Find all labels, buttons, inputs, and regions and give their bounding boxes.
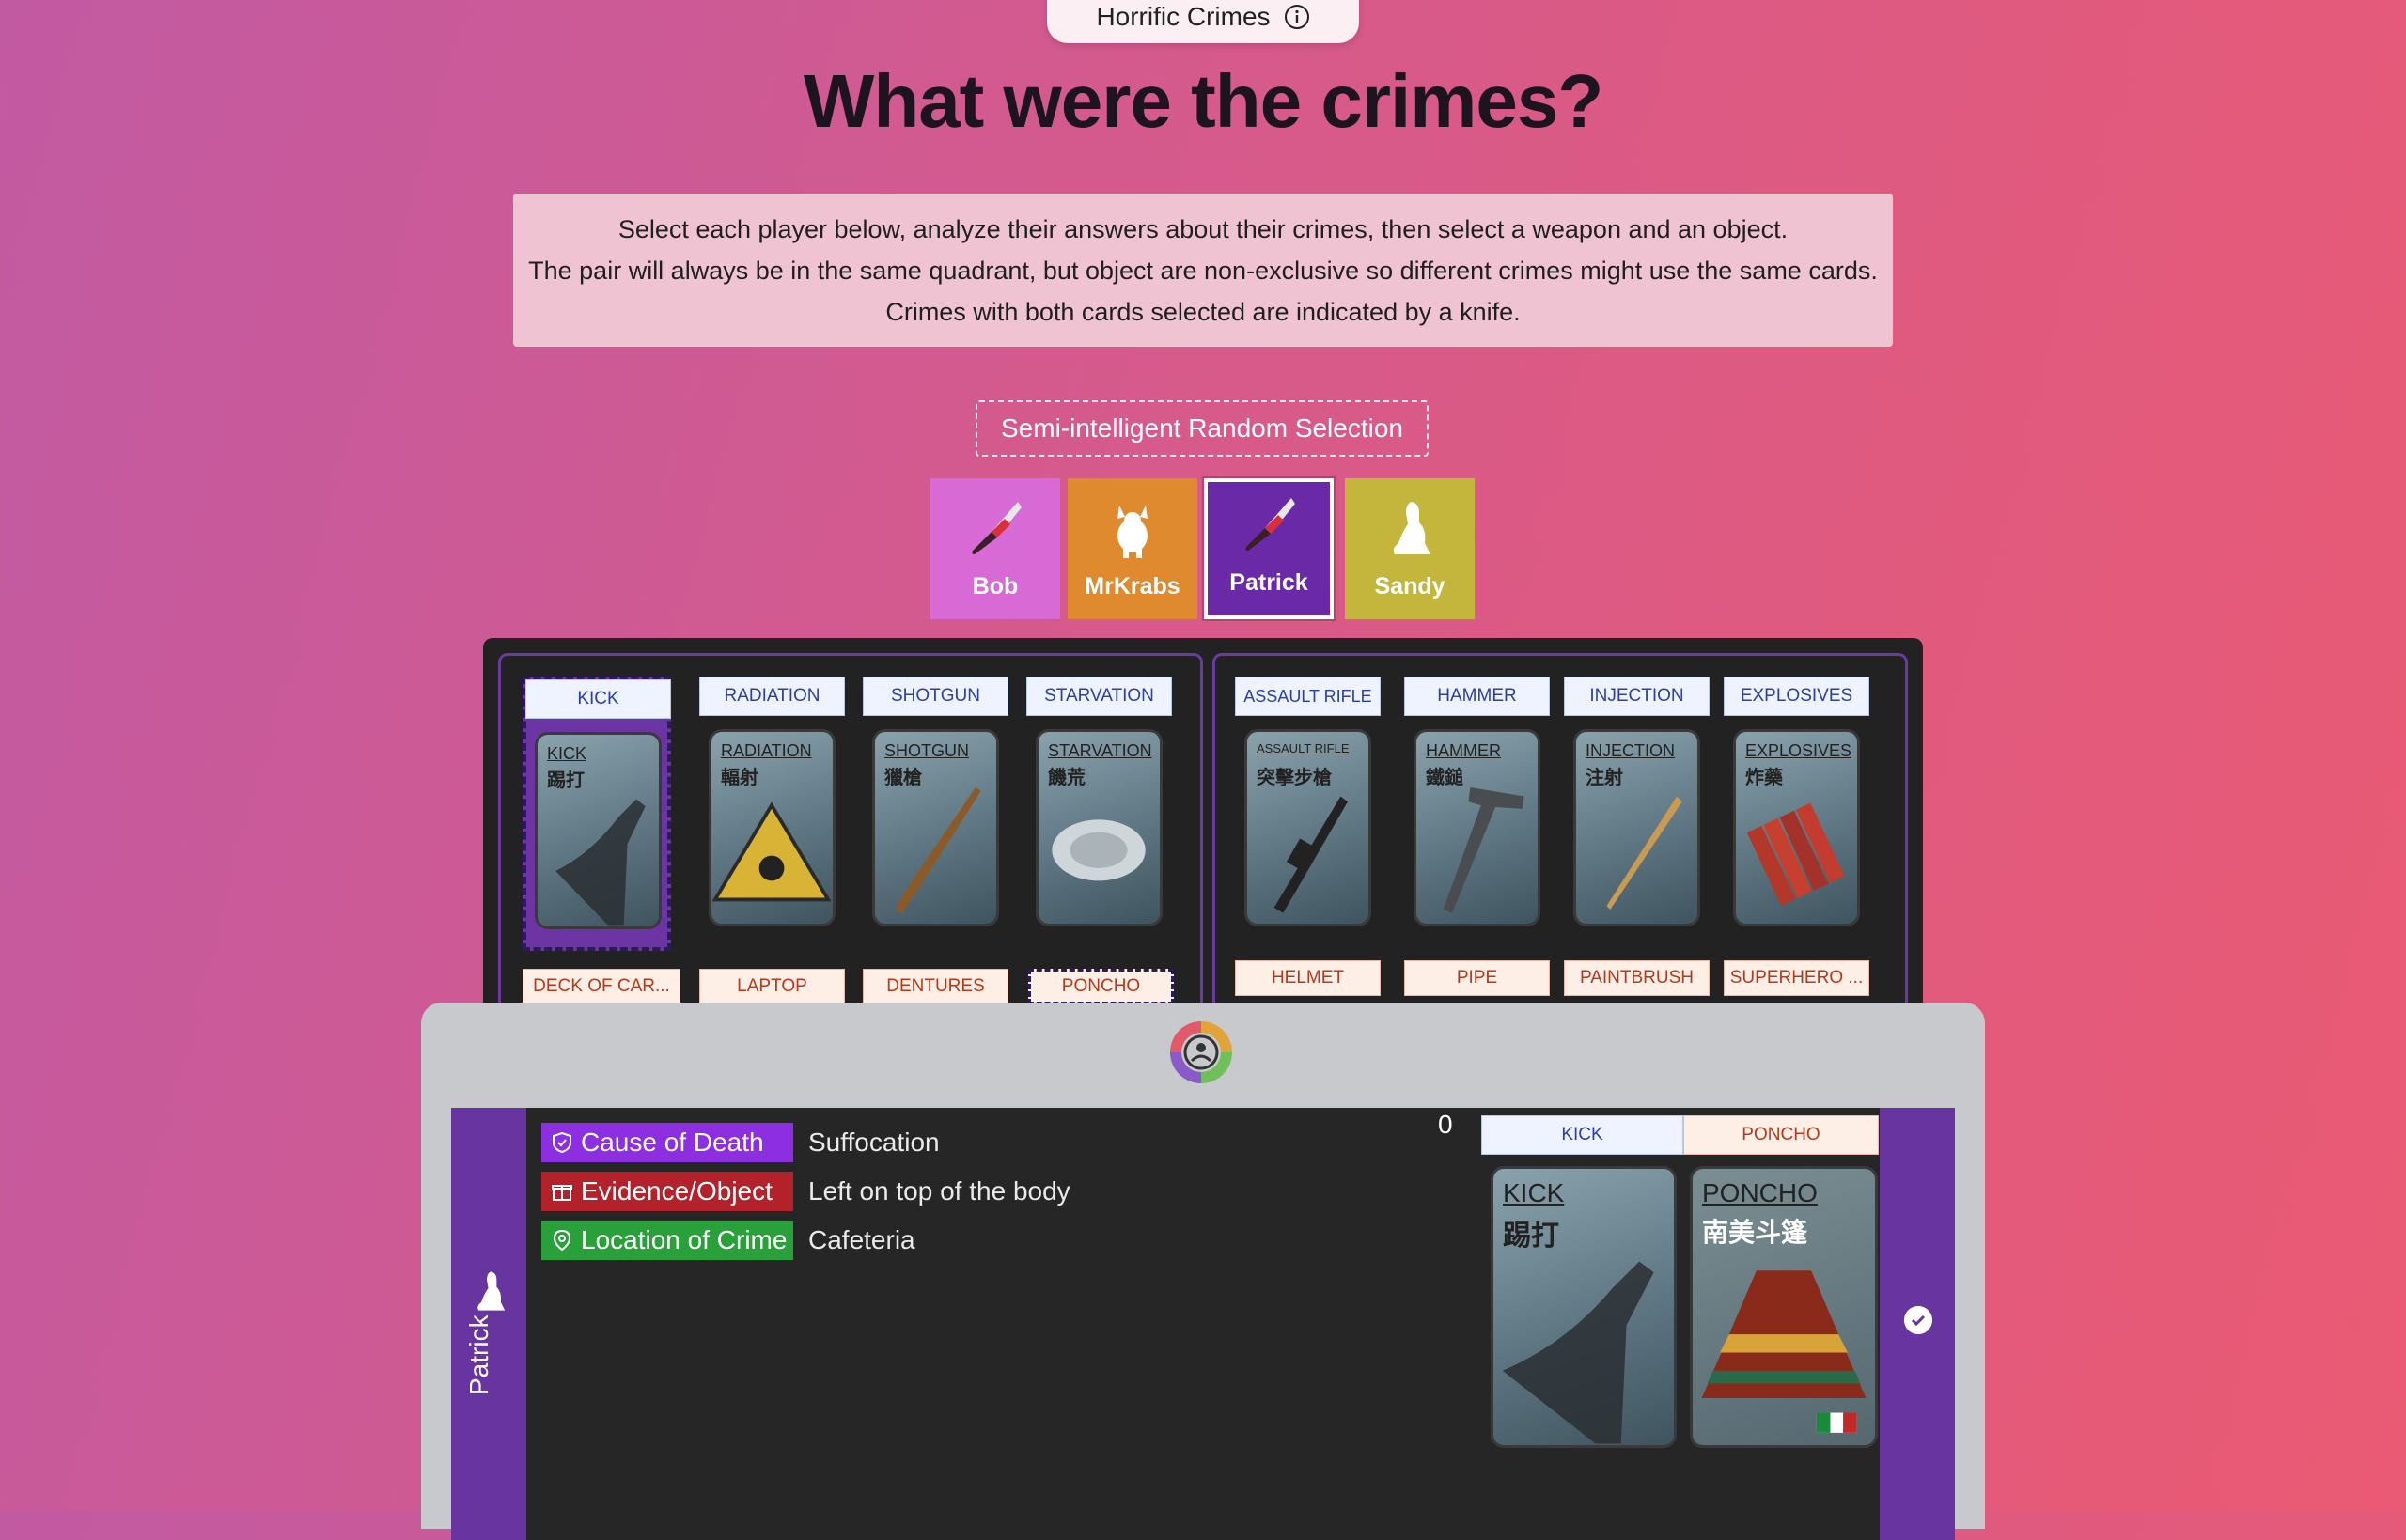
clue-value: Cafeteria [808,1225,915,1254]
weapon-label[interactable]: INJECTION [1564,677,1710,716]
card-name: PONCHO [1702,1178,1818,1207]
player-side-name: Patrick [464,1314,493,1395]
card-name: INJECTION [1586,741,1676,760]
game-title: Horrific Crimes [1096,2,1271,31]
player-name: MrKrabs [1085,573,1180,599]
card-name: EXPLOSIVES [1745,741,1852,760]
object-label[interactable]: DENTURES [863,969,1008,1004]
clue-row-cause: Cause of Death Suffocation [541,1123,940,1162]
crime-detail-panel: Patrick Cause of Death Suffocation Evide… [421,1003,1985,1540]
clue-row-evidence: Evidence/Object Left on top of the body [541,1172,1070,1211]
player-button-bob[interactable]: Bob [930,478,1060,619]
clue-tag-label: Location of Crime [581,1225,788,1254]
weapon-card-injection[interactable]: INJECTION 注射 [1573,729,1700,926]
card-cjk: 輻射 [721,768,758,788]
game-title-pill[interactable]: Horrific Crimes [1047,0,1359,43]
card-name: KICK [547,744,587,763]
clue-tag-cause: Cause of Death [541,1123,793,1162]
weapon-card-hammer[interactable]: HAMMER 鐵鎚 [1414,729,1540,926]
clue-tag-label: Evidence/Object [581,1176,773,1206]
weapon-label[interactable]: KICK [525,679,671,719]
knife-icon [1245,498,1295,551]
poncho-illustration [1701,1270,1867,1433]
crab-icon [1117,506,1148,558]
clue-tag-label: Cause of Death [581,1128,764,1157]
kick-illustration [1502,1261,1654,1444]
card-cjk: 獵槍 [884,768,922,788]
object-label[interactable]: PAINTBRUSH [1564,960,1710,996]
selected-object-card[interactable]: PONCHO 南美斗篷 [1690,1166,1878,1448]
selected-weapon-label[interactable]: KICK [1481,1115,1683,1155]
card-name: RADIATION [721,741,812,760]
card-cjk: 突擊步槍 [1257,768,1332,788]
crime-detail-content: Patrick Cause of Death Suffocation Evide… [451,1108,1955,1540]
player-button-patrick[interactable]: Patrick [1204,478,1334,619]
player-name: Patrick [1229,569,1308,596]
card-name: ASSAULT RIFLE [1257,741,1350,755]
instruction-line: The pair will always be in the same quad… [528,256,1878,285]
object-label[interactable]: LAPTOP [699,969,845,1004]
player-wheel-icon[interactable] [1166,1018,1236,1087]
instruction-line: Select each player below, analyze their … [617,214,1789,243]
random-selection-button[interactable]: Semi-intelligent Random Selection [976,400,1429,457]
card-cjk: 饑荒 [1048,768,1086,788]
gift-icon [552,1185,572,1201]
player-name: Bob [972,573,1019,599]
clue-tag-location: Location of Crime [541,1221,793,1260]
card-cjk: 踢打 [547,770,585,791]
location-pin-icon [553,1229,571,1252]
player-button-mrkrabs[interactable]: MrKrabs [1068,478,1197,619]
page-heading: What were the crimes? [803,59,1603,143]
confirm-side-strip [1880,1108,1955,1540]
instructions-box: Select each player below, analyze their … [513,194,1893,347]
selected-weapon-card[interactable]: KICK 踢打 [1491,1166,1677,1448]
weapon-label[interactable]: HAMMER [1404,677,1550,716]
weapon-label[interactable]: SHOTGUN [863,677,1008,716]
weapon-card-starvation[interactable]: STARVATION 饑荒 [1036,729,1163,926]
weapon-card-assault-rifle[interactable]: ASSAULT RIFLE 突擊步槍 [1244,729,1371,926]
object-label[interactable]: DECK OF CAR... [523,969,680,1004]
card-name: HAMMER [1426,741,1501,760]
weapon-label[interactable]: ASSAULT RIFLE [1235,677,1381,716]
player-button-sandy[interactable]: Sandy [1345,478,1475,619]
card-cjk: 鐵鎚 [1426,768,1463,788]
card-cjk: 南美斗篷 [1702,1218,1808,1247]
card-cjk: 注射 [1586,768,1623,788]
object-label[interactable]: PIPE [1404,960,1550,996]
clue-row-location: Location of Crime Cafeteria [541,1221,915,1260]
weapon-card-radiation[interactable]: RADIATION 輻射 [709,729,836,926]
check-icon[interactable] [1904,1306,1932,1334]
card-name: SHOTGUN [884,741,969,760]
object-label[interactable]: SUPERHERO ... [1724,960,1869,996]
knife-icon [972,502,1022,554]
player-side-strip: Patrick [451,1108,526,1540]
rifle-illustration [1273,796,1349,913]
object-label[interactable]: PONCHO [1028,969,1174,1004]
info-icon[interactable] [1284,4,1310,30]
clue-tag-evidence: Evidence/Object [541,1172,793,1211]
card-name: KICK [1503,1178,1565,1207]
shield-icon [553,1131,571,1154]
card-cjk: 踢打 [1503,1221,1559,1252]
player-name: Sandy [1374,573,1445,599]
instruction-line: Crimes with both cards selected are indi… [885,297,1521,326]
weapon-card-shotgun[interactable]: SHOTGUN 獵槍 [872,729,999,926]
selection-count: 0 [1438,1110,1453,1139]
clue-value: Suffocation [808,1128,940,1157]
card-name: STARVATION [1048,741,1152,760]
weapon-card-kick[interactable]: KICK 踢打 [535,732,662,929]
weapon-label[interactable]: EXPLOSIVES [1724,677,1869,716]
object-label[interactable]: HELMET [1235,960,1381,996]
selected-object-label[interactable]: PONCHO [1683,1115,1879,1155]
clue-value: Left on top of the body [808,1176,1070,1206]
card-cjk: 炸藥 [1745,768,1783,788]
weapon-label[interactable]: RADIATION [699,677,845,716]
squirrel-icon [1393,502,1430,554]
weapon-card-explosives[interactable]: EXPLOSIVES 炸藥 [1733,729,1860,926]
squirrel-icon [477,1271,506,1311]
weapon-label[interactable]: STARVATION [1026,677,1172,716]
